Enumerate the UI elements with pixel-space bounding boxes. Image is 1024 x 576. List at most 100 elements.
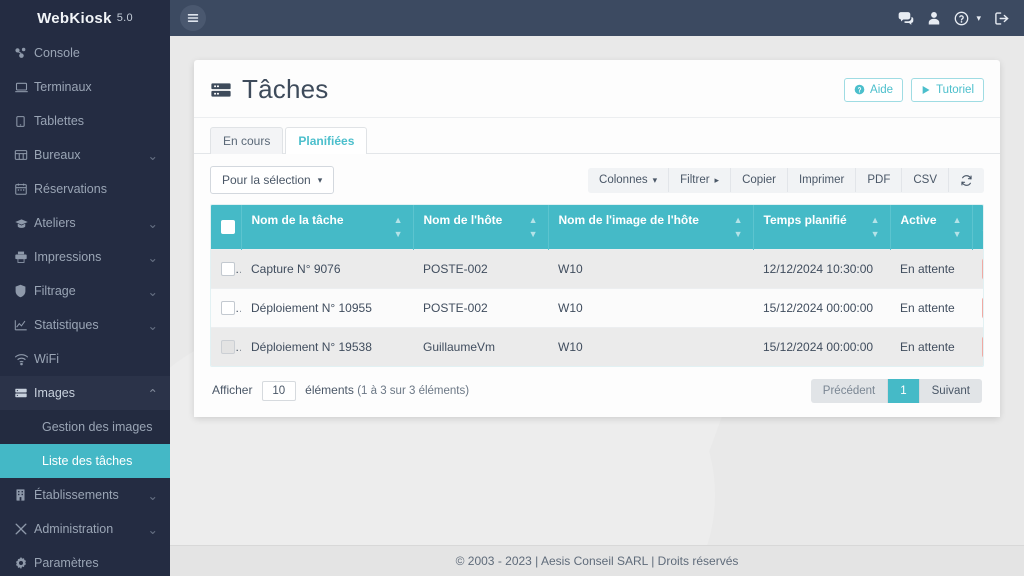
delete-row-button[interactable]	[982, 336, 983, 358]
column-header-host-name[interactable]: Nom de l'hôte ▲ ▼	[413, 205, 549, 250]
cell-active-status: En attente	[890, 249, 972, 289]
cell-actions	[972, 249, 983, 289]
table-header-row: Nom de la tâche ▲ ▼ Nom de l'hôte ▲ ▼ Nom …	[211, 205, 983, 250]
csv-button-label: CSV	[913, 174, 937, 186]
sign-out-icon[interactable]	[994, 11, 1010, 26]
sidebar-item-administration[interactable]: Administration ⌄	[0, 512, 170, 546]
pdf-button[interactable]: PDF	[856, 168, 903, 192]
tutorial-button[interactable]: Tutoriel	[911, 77, 984, 102]
sidebar-item-statistiques[interactable]: Statistiques ⌄	[0, 308, 170, 342]
pagination-next-label: Suivant	[931, 385, 970, 397]
cell-actions	[972, 288, 983, 328]
tab-planifiees[interactable]: Planifiées	[285, 127, 368, 154]
columns-button[interactable]: Colonnes ▾	[588, 168, 670, 192]
row-checkbox[interactable]	[221, 301, 235, 316]
chevron-up-icon: ⌃	[147, 386, 158, 401]
menu-toggle-button[interactable]	[180, 5, 206, 31]
page-length-input[interactable]: 10	[261, 381, 296, 401]
caret-down-icon: ▾	[317, 174, 323, 185]
table-row[interactable]: Capture N° 9076 POSTE-002 W10 12/12/2024…	[211, 249, 983, 289]
delete-row-button[interactable]	[982, 297, 983, 319]
cell-task-name: Déploiement N° 19538	[241, 327, 413, 366]
user-icon[interactable]	[927, 11, 941, 26]
cell-actions	[972, 327, 983, 366]
chevron-down-icon: ⌄	[147, 148, 158, 163]
pagination-previous[interactable]: Précédent	[810, 379, 889, 403]
filter-button[interactable]: Filtrer ▸	[669, 168, 732, 192]
elements-label: éléments	[305, 383, 354, 397]
caret-right-icon: ▸	[714, 174, 720, 185]
sidebar-item-reservations[interactable]: Réservations	[0, 172, 170, 206]
sidebar-item-parametres[interactable]: Paramètres	[0, 546, 170, 576]
brand-logo[interactable]: WebKiosk 5.0	[0, 0, 170, 36]
help-button[interactable]: Aide	[844, 77, 904, 102]
tab-bar: En cours Planifiées	[194, 118, 1000, 154]
sidebar-item-label: Statistiques	[34, 318, 99, 332]
table-row[interactable]: Déploiement N° 10955 POSTE-002 W10 15/12…	[211, 288, 983, 328]
row-checkbox[interactable]	[221, 262, 235, 277]
sidebar-item-ateliers[interactable]: Ateliers ⌄	[0, 206, 170, 240]
table-footer: Afficher 10 éléments (1 à 3 sur 3 élémen…	[210, 367, 984, 407]
gear-icon	[14, 556, 34, 570]
pagination: Précédent 1 Suivant	[810, 379, 982, 403]
columns-button-label: Colonnes	[599, 174, 648, 186]
column-header-task-name[interactable]: Nom de la tâche ▲ ▼	[241, 205, 414, 250]
help-circle-icon[interactable]: ▾	[954, 11, 981, 26]
sidebar-item-etablissements[interactable]: Établissements ⌄	[0, 478, 170, 512]
select-all-header[interactable]	[211, 205, 242, 250]
table-row[interactable]: Déploiement N° 19538 GuillaumeVm W10 15/…	[211, 327, 983, 366]
row-select-cell[interactable]	[211, 327, 241, 366]
chevron-down-icon: ⌄	[147, 216, 158, 231]
chevron-down-icon: ⌄	[147, 318, 158, 333]
row-checkbox[interactable]	[221, 340, 235, 355]
comments-icon[interactable]	[897, 11, 914, 26]
sidebar-item-tablettes[interactable]: Tablettes	[0, 104, 170, 138]
sidebar-item-terminaux[interactable]: Terminaux	[0, 70, 170, 104]
column-header-scheduled-time[interactable]: Temps planifié ▲ ▼	[753, 205, 891, 250]
tutorial-button-label: Tutoriel	[936, 83, 974, 96]
table-body: Capture N° 9076 POSTE-002 W10 12/12/2024…	[211, 249, 983, 366]
row-select-cell[interactable]	[211, 288, 241, 328]
refresh-button[interactable]	[949, 167, 984, 193]
copy-button-label: Copier	[742, 174, 776, 186]
sidebar-item-label: Ateliers	[34, 216, 76, 230]
column-header-active[interactable]: Active ▲ ▼	[890, 205, 973, 250]
page-footer: © 2003 - 2023 | Aesis Conseil SARL | Dro…	[170, 545, 1024, 576]
sidebar: WebKiosk 5.0 Console Terminaux Tablettes	[0, 0, 170, 576]
cell-scheduled-time: 15/12/2024 00:00:00	[753, 327, 890, 366]
sidebar-item-bureaux[interactable]: Bureaux ⌄	[0, 138, 170, 172]
sidebar-item-label: Images	[34, 386, 75, 400]
pagination-previous-label: Précédent	[822, 385, 876, 397]
selection-dropdown[interactable]: Pour la sélection ▾	[210, 166, 335, 194]
delete-row-button[interactable]	[982, 258, 983, 280]
calendar-icon	[14, 182, 34, 196]
sort-icon: ▲ ▼	[528, 215, 538, 239]
select-all-checkbox[interactable]	[221, 220, 235, 235]
pagination-page-1[interactable]: 1	[888, 379, 920, 403]
tab-en-cours[interactable]: En cours	[210, 127, 284, 154]
sidebar-item-liste-des-taches[interactable]: Liste des tâches	[0, 444, 170, 478]
help-button-label: Aide	[870, 83, 894, 96]
cell-scheduled-time: 12/12/2024 10:30:00	[753, 249, 890, 289]
pagination-next[interactable]: Suivant	[919, 379, 982, 403]
chevron-down-icon: ⌄	[147, 488, 158, 503]
sidebar-item-gestion-des-images[interactable]: Gestion des images	[0, 410, 170, 444]
cell-host-image-name: W10	[548, 288, 753, 328]
print-button[interactable]: Imprimer	[787, 168, 857, 192]
cell-active-status: En attente	[890, 288, 972, 328]
copy-button[interactable]: Copier	[731, 168, 788, 192]
column-header-host-image-name[interactable]: Nom de l'image de l'hôte ▲ ▼	[548, 205, 754, 250]
sidebar-item-wifi[interactable]: WiFi	[0, 342, 170, 376]
row-select-cell[interactable]	[211, 249, 241, 289]
sidebar-item-images[interactable]: Images ⌃	[0, 376, 170, 410]
sidebar-item-label: Terminaux	[34, 80, 92, 94]
sidebar-item-impressions[interactable]: Impressions ⌄	[0, 240, 170, 274]
tasks-table-wrapper: Nom de la tâche ▲ ▼ Nom de l'hôte ▲ ▼ Nom …	[210, 204, 984, 367]
sidebar-item-filtrage[interactable]: Filtrage ⌄	[0, 274, 170, 308]
csv-button[interactable]: CSV	[902, 168, 949, 192]
wifi-icon	[14, 353, 34, 366]
cell-task-name: Capture N° 9076	[241, 249, 413, 289]
sidebar-item-console[interactable]: Console	[0, 36, 170, 70]
tasks-card: Tâches Aide Tutoriel En cours Planifiées…	[194, 60, 1000, 417]
sidebar-item-label: Établissements	[34, 488, 119, 502]
